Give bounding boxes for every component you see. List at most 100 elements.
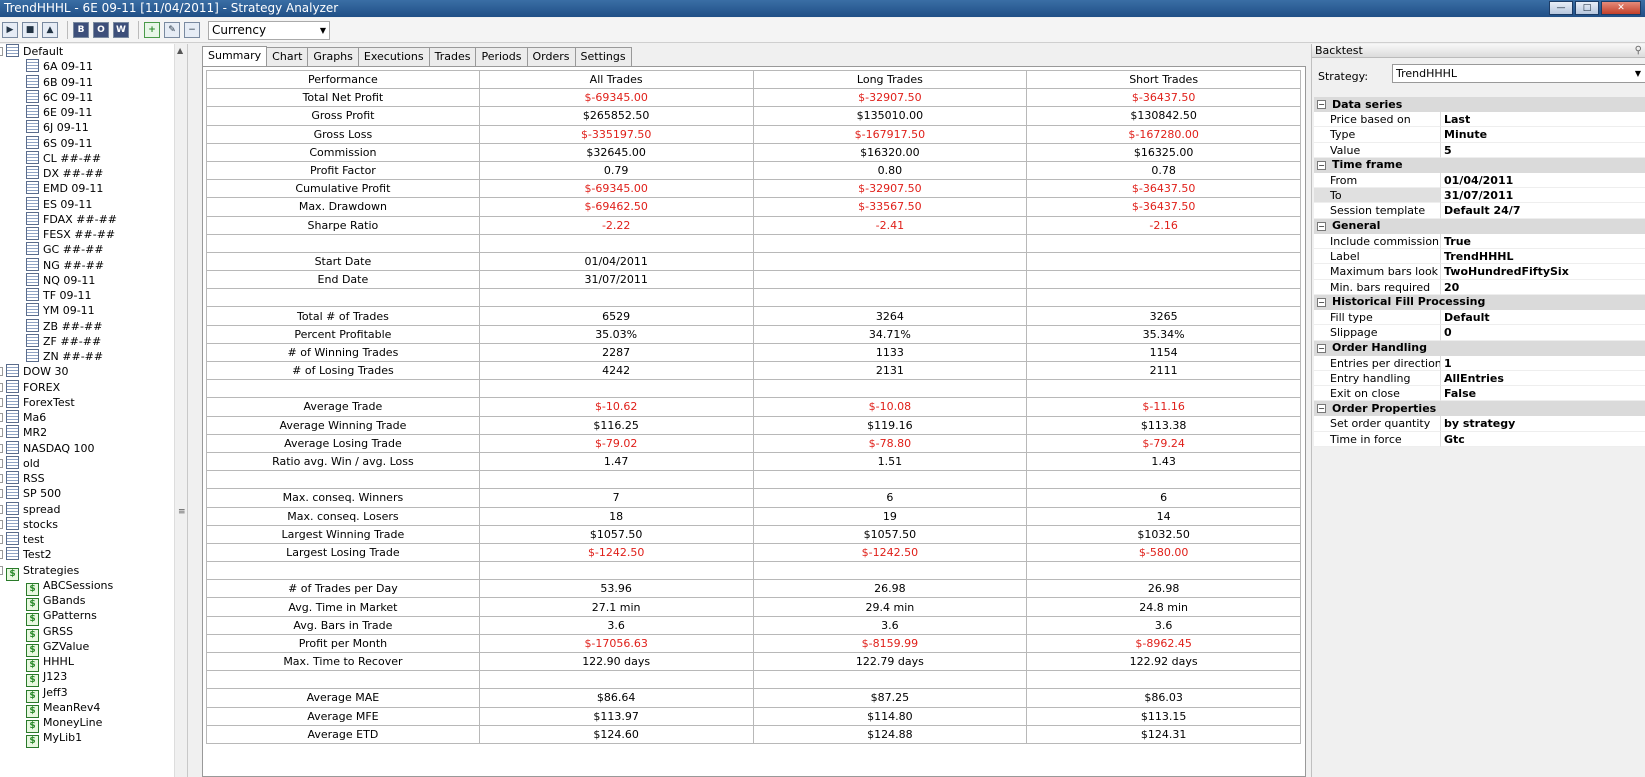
backtest-icon[interactable]: B (73, 22, 89, 38)
expand-icon[interactable] (0, 474, 3, 483)
tree-item-strategy[interactable]: $ MyLib1 (26, 730, 82, 749)
expand-icon[interactable] (0, 550, 3, 560)
property-category[interactable]: − General (1314, 218, 1645, 234)
pin-icon[interactable]: ▲ (42, 22, 58, 38)
property-category[interactable]: − Data series (1314, 97, 1645, 112)
expand-icon[interactable] (0, 535, 3, 544)
tree-item-instrument[interactable]: CL ##-## (26, 150, 101, 166)
tree-item-instrument[interactable]: ZN ##-## (26, 349, 103, 364)
tree-item-list[interactable]: NASDAQ 100 (0, 440, 95, 456)
property-row[interactable]: Slippage 0 (1314, 325, 1645, 341)
tree-item-list[interactable]: SP 500 (0, 486, 61, 501)
property-row[interactable]: Entries per direction 1 (1314, 355, 1645, 371)
property-value[interactable]: Default 24/7 (1441, 203, 1645, 219)
property-value[interactable]: 0 (1441, 325, 1645, 341)
tree-item-list[interactable]: RSS (0, 471, 45, 486)
tab-orders[interactable]: Orders (526, 47, 576, 66)
expand-icon[interactable] (0, 458, 3, 468)
expand-icon[interactable] (0, 397, 3, 407)
strategy-dropdown[interactable]: TrendHHHL ▼ (1392, 64, 1645, 83)
tree-scrollbar[interactable]: ▲ ≡ (174, 44, 187, 777)
tree-item-instrument[interactable]: FDAX ##-## (26, 211, 117, 227)
expand-icon[interactable] (0, 47, 3, 56)
property-row[interactable]: Set order quantity by strategy (1314, 416, 1645, 432)
property-value[interactable]: 20 (1441, 279, 1645, 295)
property-row[interactable]: From 01/04/2011 (1314, 172, 1645, 189)
tab-periods[interactable]: Periods (475, 47, 528, 66)
property-category[interactable]: − Historical Fill Processing (1314, 294, 1645, 310)
tab-summary[interactable]: Summary (202, 46, 268, 67)
property-row[interactable]: Exit on close False (1314, 386, 1645, 402)
property-row[interactable]: Price based on Last (1314, 112, 1645, 128)
property-row[interactable]: Session template Default 24/7 (1314, 203, 1645, 219)
tab-chart[interactable]: Chart (266, 47, 309, 66)
tree-item-strategy[interactable]: $ ABCSessions (26, 578, 113, 596)
scroll-grip-icon[interactable]: ≡ (178, 507, 186, 517)
tree-item-list[interactable]: test (0, 532, 44, 547)
tree-item-list[interactable]: ForexTest (0, 394, 75, 410)
tree-item-instrument[interactable]: ZB ##-## (26, 318, 102, 334)
property-category[interactable]: − Order Properties (1314, 401, 1645, 417)
property-row[interactable]: Min. bars required 20 (1314, 279, 1645, 295)
tree-item-instrument[interactable]: NQ 09-11 (26, 272, 95, 288)
expand-icon[interactable] (0, 428, 3, 438)
tree-item-list[interactable]: FOREX (0, 379, 60, 395)
tree-item-list[interactable]: stocks (0, 516, 58, 532)
expand-icon[interactable] (0, 367, 3, 377)
property-value[interactable]: 5 (1441, 142, 1645, 158)
property-value[interactable]: 1 (1441, 355, 1645, 371)
property-value[interactable]: TrendHHHL (1441, 249, 1645, 265)
remove-icon[interactable]: − (184, 22, 200, 38)
tree-item-instrument[interactable]: YM 09-11 (26, 303, 95, 318)
expand-icon[interactable] (0, 504, 3, 514)
tab-executions[interactable]: Executions (357, 47, 430, 66)
property-value[interactable]: by strategy (1441, 416, 1645, 432)
tree-item-list[interactable]: Ma6 (0, 410, 46, 425)
tree-item-strategy[interactable]: $ MoneyLine (26, 715, 102, 733)
tree-item-instrument[interactable]: 6C 09-11 (26, 89, 93, 105)
property-row[interactable]: Maximum bars look bacTwoHundredFiftySix (1314, 264, 1645, 280)
property-value[interactable]: Minute (1441, 127, 1645, 143)
edit-icon[interactable]: ✎ (164, 22, 180, 38)
tree-item-instrument[interactable]: 6S 09-11 (26, 135, 92, 151)
property-row[interactable]: Fill type Default (1314, 309, 1645, 326)
tree-item-list[interactable]: Test2 (0, 547, 52, 562)
tree-item-instrument[interactable]: TF 09-11 (26, 288, 92, 303)
minimize-button[interactable]: — (1549, 1, 1573, 15)
property-value[interactable]: Last (1441, 112, 1645, 128)
tree-item-instrument[interactable]: FESX ##-## (26, 227, 115, 242)
tab-trades[interactable]: Trades (428, 47, 477, 66)
expand-icon[interactable] (0, 443, 3, 453)
scroll-up-icon[interactable]: ▲ (177, 46, 183, 55)
collapse-icon[interactable]: − (1317, 160, 1326, 170)
tree-item-strategy[interactable]: $ GPatterns (26, 608, 97, 627)
tree-item-instrument[interactable]: 6B 09-11 (26, 74, 93, 90)
add-icon[interactable]: + (144, 22, 160, 38)
property-row[interactable]: Entry handling AllEntries (1314, 370, 1645, 387)
tree-item-list[interactable]: spread (0, 501, 61, 517)
tree-item-strategy[interactable]: $ HHHL (26, 654, 74, 672)
expand-icon[interactable] (0, 519, 3, 529)
property-value[interactable]: True (1441, 233, 1645, 250)
tree-item-list[interactable]: old (0, 455, 40, 471)
walkforward-icon[interactable]: W (113, 22, 129, 38)
tree-item-strategy[interactable]: $ Jeff3 (26, 685, 68, 703)
tab-settings[interactable]: Settings (574, 47, 632, 66)
tree-item-instrument[interactable]: 6J 09-11 (26, 120, 89, 135)
tree-item-strategy[interactable]: $ MeanRev4 (26, 700, 100, 718)
collapse-icon[interactable]: − (1317, 404, 1326, 414)
property-value[interactable]: False (1441, 386, 1645, 402)
property-value[interactable]: 31/07/2011 (1441, 188, 1645, 204)
tree-item-list[interactable]: DOW 30 (0, 364, 69, 379)
optimize-icon[interactable]: O (93, 22, 109, 38)
tree-item-instrument[interactable]: NG ##-## (26, 257, 104, 273)
expand-icon[interactable] (0, 382, 3, 392)
expand-icon[interactable] (0, 565, 3, 575)
property-row[interactable]: Include commission True (1314, 233, 1645, 250)
tree-item-list[interactable]: MR2 (0, 425, 47, 440)
save-icon[interactable]: ■ (22, 22, 38, 38)
tree-item-instrument[interactable]: ES 09-11 (26, 196, 92, 212)
property-row[interactable]: Type Minute (1314, 127, 1645, 143)
maximize-button[interactable]: □ (1575, 1, 1599, 15)
property-category[interactable]: − Time frame (1314, 157, 1645, 173)
